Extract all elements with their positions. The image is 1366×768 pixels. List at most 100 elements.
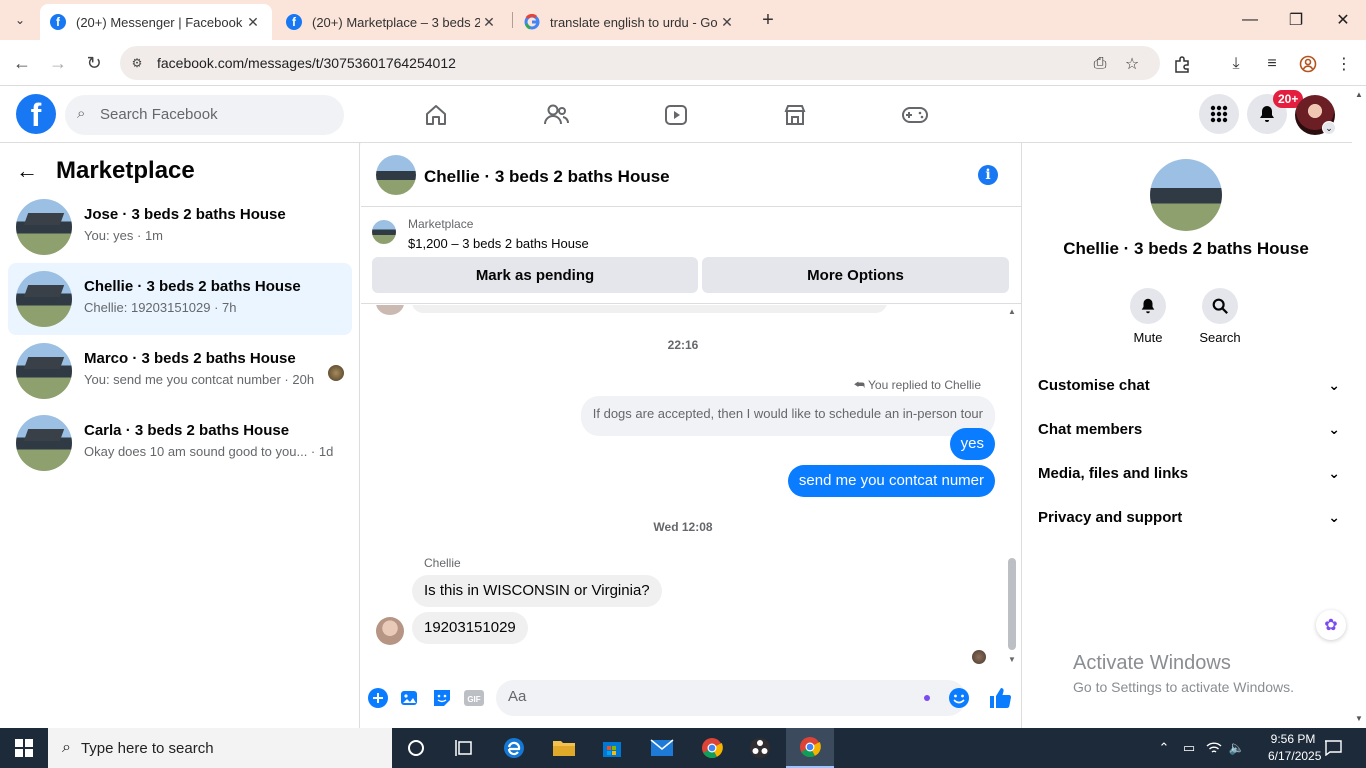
scroll-down-icon[interactable]: ▼ — [1006, 655, 1018, 664]
mark-as-pending-button[interactable]: Mark as pending — [372, 257, 698, 293]
seen-avatar — [972, 650, 986, 664]
wifi-icon[interactable] — [1204, 738, 1224, 758]
plus-icon[interactable] — [367, 687, 389, 709]
sender-avatar[interactable] — [376, 617, 404, 645]
incoming-message[interactable]: Is this in WISCONSIN or Virginia? — [412, 575, 662, 607]
message-input[interactable] — [508, 688, 908, 705]
watermark-line1: Activate Windows — [1073, 652, 1231, 674]
media-files-links-row[interactable]: Media, files and links ⌄ — [1038, 453, 1340, 493]
chrome-menu-icon[interactable]: ⋮ — [1332, 52, 1356, 76]
back-icon[interactable]: ← — [9, 50, 35, 76]
facebook-search[interactable]: ⌕ Search Facebook — [65, 95, 344, 135]
cortana-icon[interactable] — [392, 728, 440, 768]
windows-taskbar: ⌕ Type here to search ⌃ ▭ 🔈 9:56 PM 6/17… — [0, 728, 1366, 768]
close-tab-icon[interactable]: ✕ — [718, 14, 736, 31]
mail-icon[interactable] — [638, 728, 686, 768]
install-app-icon[interactable]: ⎙ — [1088, 52, 1112, 76]
minimize-icon[interactable]: — — [1238, 8, 1262, 32]
chat-avatar[interactable] — [376, 155, 416, 195]
details-avatar[interactable] — [1150, 159, 1222, 231]
gif-icon[interactable]: GIF — [463, 687, 485, 709]
scroll-down-icon[interactable]: ▼ — [1355, 714, 1363, 723]
chevron-down-icon[interactable]: ⌄ — [1322, 121, 1336, 135]
omnibox[interactable]: ⚙ facebook.com/messages/t/30753601764254… — [120, 46, 1160, 80]
chrome-profile-icon[interactable] — [1296, 52, 1320, 76]
search-label: Search — [1199, 330, 1241, 345]
scrollbar-thumb[interactable] — [1008, 558, 1016, 650]
friends-icon[interactable] — [541, 100, 571, 130]
task-view-icon[interactable] — [440, 728, 488, 768]
extensions-icon[interactable] — [1170, 52, 1194, 76]
page-scrollbar[interactable]: ▲ ▼ — [1352, 86, 1366, 728]
windows-start-icon[interactable] — [0, 728, 48, 768]
store-icon[interactable] — [588, 728, 636, 768]
chat-members-row[interactable]: Chat members ⌄ — [1038, 409, 1340, 449]
tab-google-translate[interactable]: translate english to urdu - Goo ✕ — [514, 4, 746, 40]
facebook-logo[interactable]: f — [16, 94, 56, 134]
home-icon[interactable] — [421, 100, 451, 130]
reload-icon[interactable]: ↻ — [81, 50, 107, 76]
info-icon[interactable]: i — [978, 165, 998, 185]
close-tab-icon[interactable]: ✕ — [480, 14, 498, 31]
media-controls-icon[interactable]: ≡ — [1260, 52, 1284, 76]
bookmark-star-icon[interactable]: ☆ — [1120, 52, 1144, 76]
listing-price-title[interactable]: $1,200 – 3 beds 2 baths House — [408, 236, 589, 251]
listing-bar: Marketplace $1,200 – 3 beds 2 baths Hous… — [361, 208, 1021, 304]
tab-marketplace[interactable]: f (20+) Marketplace – 3 beds 2 b ✕ — [276, 4, 508, 40]
notification-center-icon[interactable] — [1323, 738, 1343, 758]
privacy-support-row[interactable]: Privacy and support ⌄ — [1038, 497, 1340, 537]
taskbar-clock[interactable]: 9:56 PM 6/17/2025 — [1268, 731, 1321, 765]
tab-messenger[interactable]: f (20+) Messenger | Facebook ✕ — [40, 4, 272, 40]
downloads-icon[interactable]: ⤓ — [1224, 52, 1248, 76]
photo-icon[interactable] — [399, 687, 421, 709]
chevron-down-icon: ⌄ — [1328, 420, 1340, 437]
thumbs-up-icon[interactable] — [987, 685, 1013, 711]
video-icon[interactable] — [661, 100, 691, 130]
battery-icon[interactable]: ▭ — [1179, 738, 1199, 758]
scroll-up-icon[interactable]: ▲ — [1355, 90, 1363, 99]
watermark-line2: Go to Settings to activate Windows. — [1073, 679, 1294, 695]
taskbar-search[interactable]: ⌕ Type here to search — [48, 728, 392, 768]
chat-title[interactable]: Chellie · 3 beds 2 baths House — [424, 167, 670, 187]
forward-icon[interactable]: → — [45, 50, 71, 76]
emoji-icon[interactable] — [948, 687, 970, 714]
outgoing-message[interactable]: send me you contcat numer — [787, 465, 995, 497]
mute-button[interactable]: Mute — [1118, 288, 1178, 345]
listing-thumbnail[interactable] — [372, 220, 396, 244]
conversation-chellie[interactable]: Chellie · 3 beds 2 baths House Chellie: … — [8, 263, 352, 335]
obs-icon[interactable] — [736, 728, 784, 768]
message-scrollbar[interactable]: ▲ ▼ — [1006, 305, 1018, 667]
search-in-chat-button[interactable]: Search — [1190, 288, 1250, 345]
conversation-jose[interactable]: Jose · 3 beds 2 baths House You: yes · 1… — [8, 191, 352, 263]
customise-chat-row[interactable]: Customise chat ⌄ — [1038, 365, 1340, 405]
message-input-box[interactable] — [496, 680, 969, 716]
marketplace-icon[interactable] — [780, 100, 810, 130]
site-info-icon[interactable]: ⚙ — [128, 54, 146, 72]
scroll-up-icon[interactable]: ▲ — [1006, 307, 1018, 316]
more-options-button[interactable]: More Options — [702, 257, 1009, 293]
gaming-icon[interactable] — [900, 100, 930, 130]
conversation-marco[interactable]: Marco · 3 beds 2 baths House You: send m… — [8, 335, 352, 407]
outgoing-message[interactable]: yes — [949, 428, 995, 460]
edge-icon[interactable] — [490, 728, 538, 768]
menu-grid-icon[interactable] — [1199, 94, 1239, 134]
restore-icon[interactable]: ❐ — [1284, 8, 1308, 32]
quoted-message[interactable]: If dogs are accepted, then I would like … — [580, 396, 995, 436]
volume-icon[interactable]: 🔈 — [1227, 738, 1247, 758]
tray-overflow-icon[interactable]: ⌃ — [1154, 738, 1174, 758]
new-tab-button[interactable]: + — [756, 8, 780, 32]
file-explorer-icon[interactable] — [540, 728, 588, 768]
back-arrow-icon[interactable]: ← — [16, 158, 48, 184]
timestamp: 22:16 — [667, 338, 699, 352]
close-window-icon[interactable]: ✕ — [1331, 8, 1355, 32]
close-tab-icon[interactable]: ✕ — [244, 14, 262, 31]
sticker-icon[interactable] — [431, 687, 453, 709]
chrome-icon[interactable] — [688, 728, 736, 768]
chrome-active-icon[interactable] — [786, 728, 834, 768]
section-label: Privacy and support — [1038, 508, 1183, 526]
tab-search-dropdown-icon[interactable]: ⌄ — [8, 8, 32, 32]
conversation-carla[interactable]: Carla · 3 beds 2 baths House Okay does 1… — [8, 407, 352, 479]
url-text[interactable]: facebook.com/messages/t/3075360176425401… — [157, 55, 456, 71]
assistant-extension-icon[interactable]: ✿ — [1316, 610, 1346, 640]
incoming-message[interactable]: 19203151029 — [412, 612, 528, 644]
